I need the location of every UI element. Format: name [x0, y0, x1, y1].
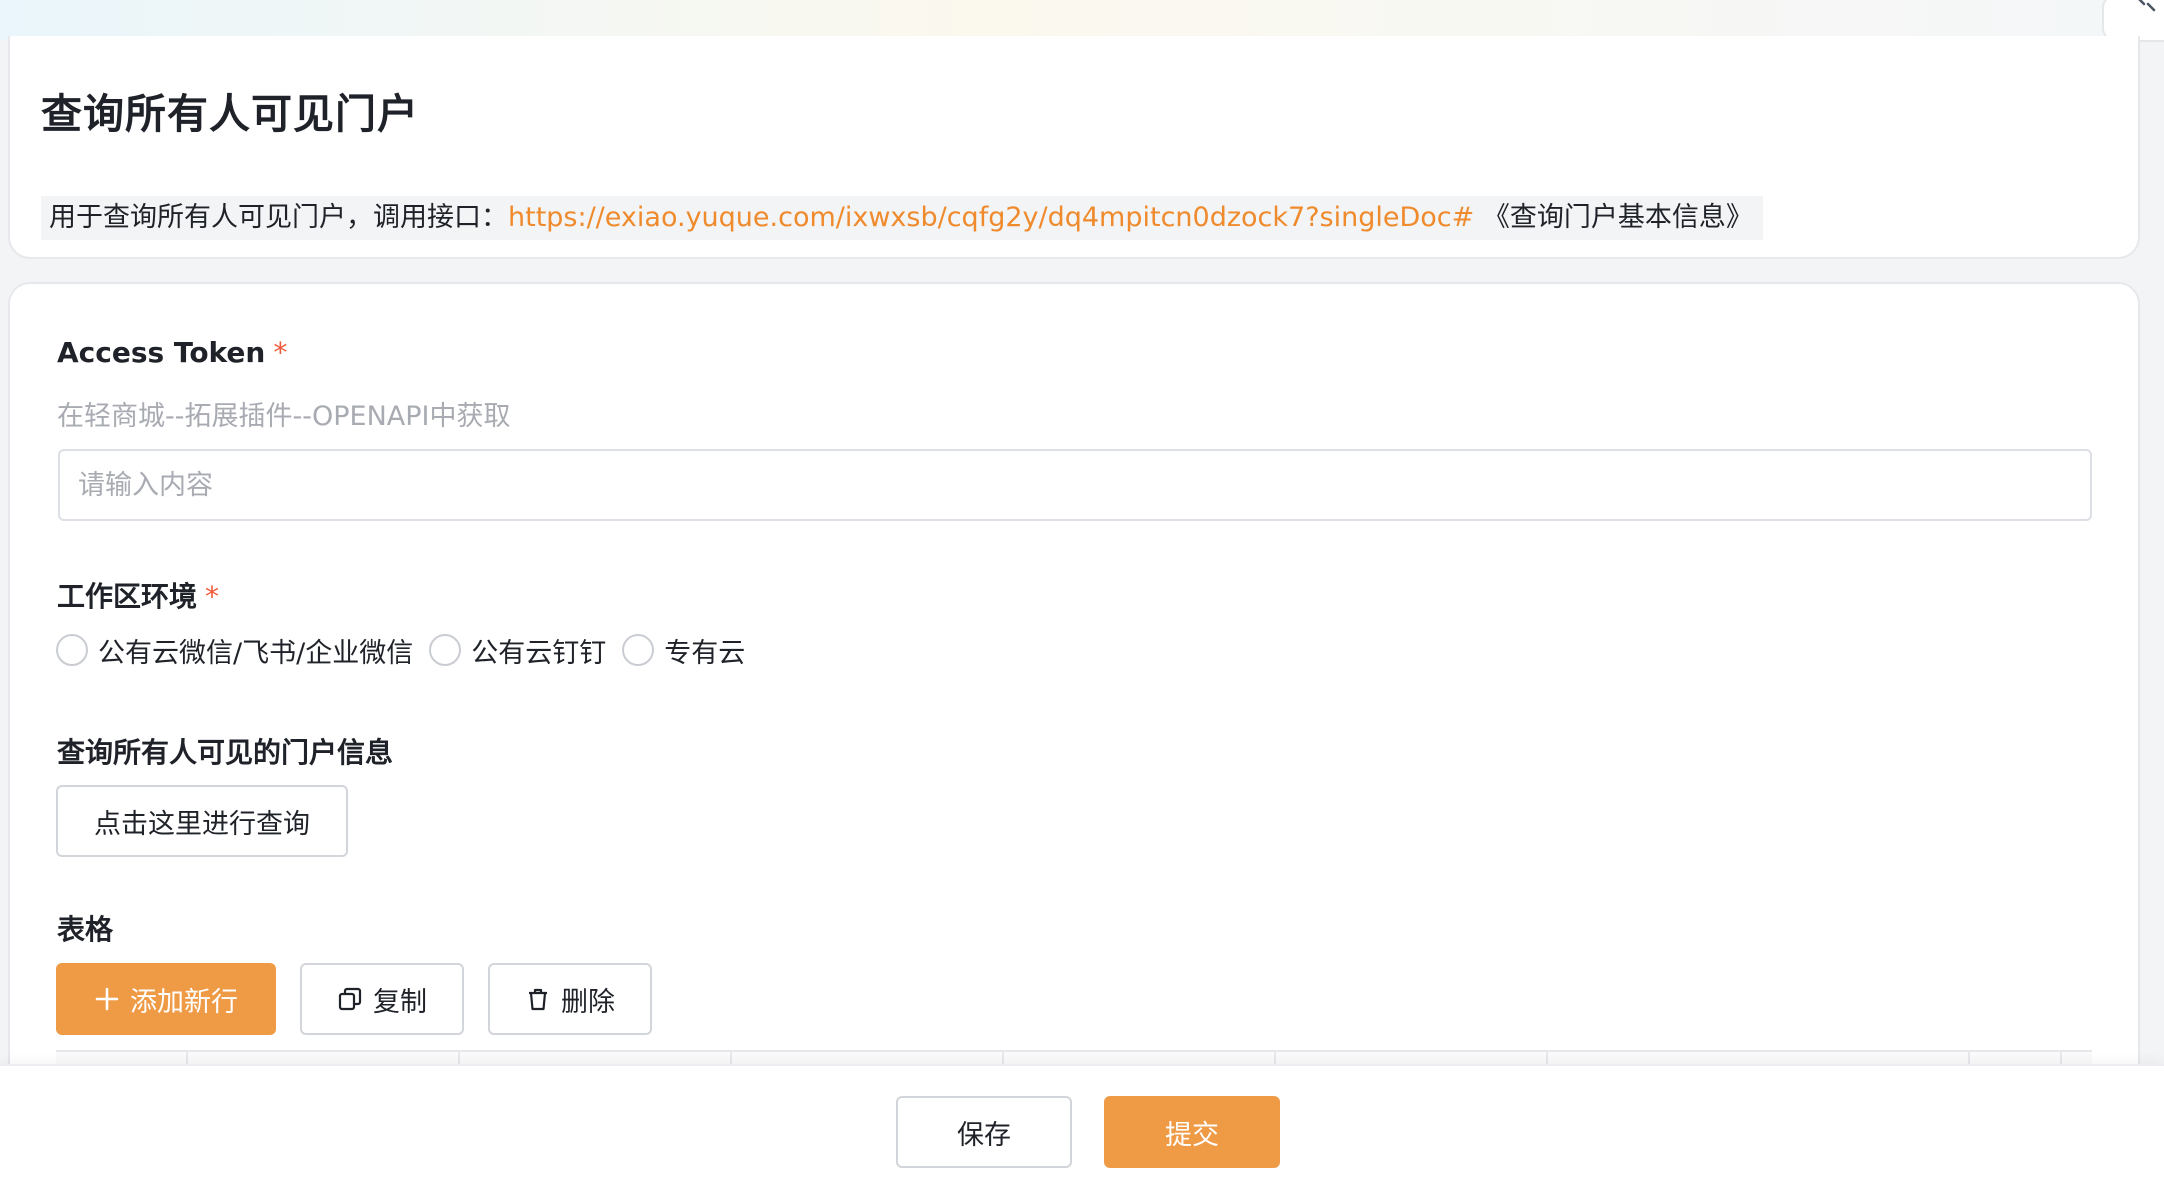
workspace-label-text: 工作区环境 — [57, 580, 198, 613]
trash-icon — [525, 986, 551, 1012]
description-suffix: 《查询门户基本信息》 — [1474, 202, 1753, 233]
delete-button[interactable]: 删除 — [488, 963, 652, 1035]
description-prefix: 用于查询所有人可见门户，调用接口： — [49, 202, 508, 233]
access-token-input[interactable] — [58, 449, 2092, 521]
submit-button[interactable]: 提交 — [1104, 1096, 1280, 1168]
add-row-label: 添加新行 — [130, 986, 238, 1018]
copy-label: 复制 — [373, 986, 427, 1018]
page: 查询所有人可见门户 用于查询所有人可见门户，调用接口：https://exiao… — [0, 0, 2164, 1180]
delete-label: 删除 — [561, 986, 615, 1018]
required-mark: * — [273, 336, 288, 369]
radio-circle[interactable] — [622, 634, 655, 666]
footer-bar: 保存 提交 — [0, 1064, 2164, 1180]
access-token-label: Access Token * — [57, 336, 287, 369]
link-icon — [2138, 0, 2156, 12]
table-label: 表格 — [57, 913, 114, 946]
access-token-label-text: Access Token — [57, 336, 266, 369]
workspace-label: 工作区环境 * — [57, 575, 219, 615]
radio-circle[interactable] — [429, 634, 462, 666]
query-label: 查询所有人可见的门户信息 — [57, 736, 394, 769]
radio-circle[interactable] — [56, 634, 88, 666]
workspace-radio-group: 公有云微信/飞书/企业微信 公有云钉钉 专有云 — [56, 630, 761, 670]
top-gradient-bar — [0, 0, 2164, 40]
radio-public-wechat-feishu[interactable]: 公有云微信/飞书/企业微信 — [56, 631, 413, 670]
radio-label: 专有云 — [664, 637, 746, 669]
copy-icon — [337, 986, 363, 1012]
radio-public-dingtalk[interactable]: 公有云钉钉 — [429, 631, 606, 670]
query-button[interactable]: 点击这里进行查询 — [56, 785, 348, 857]
api-doc-link[interactable]: https://exiao.yuque.com/ixwxsb/cqfg2y/dq… — [508, 202, 1474, 233]
page-title: 查询所有人可见门户 — [41, 90, 419, 138]
radio-private-cloud[interactable]: 专有云 — [622, 631, 745, 670]
access-token-hint: 在轻商城--拓展插件--OPENAPI中获取 — [57, 401, 511, 432]
description: 用于查询所有人可见门户，调用接口：https://exiao.yuque.com… — [41, 196, 1763, 240]
copy-button[interactable]: 复制 — [300, 963, 464, 1035]
add-row-button[interactable]: 添加新行 — [56, 963, 276, 1035]
radio-label: 公有云微信/飞书/企业微信 — [98, 637, 414, 669]
plus-icon — [94, 986, 120, 1012]
save-button[interactable]: 保存 — [896, 1096, 1072, 1168]
radio-label: 公有云钉钉 — [471, 637, 607, 669]
required-mark: * — [205, 580, 220, 613]
